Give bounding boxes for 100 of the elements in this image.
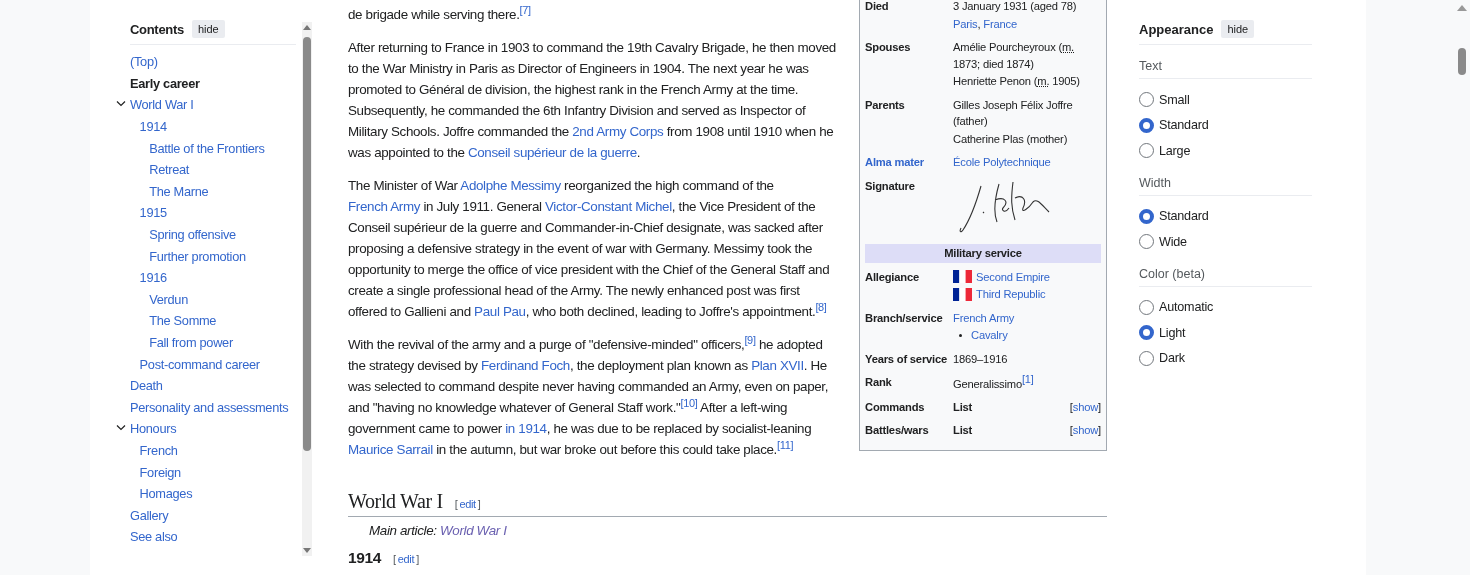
text-link[interactable]: Plan XVII [751,358,804,373]
flag-icon [953,287,972,301]
toc-link[interactable]: Early career [130,75,200,91]
infobox-label: Allegiance [865,269,920,285]
radio-button[interactable] [1139,208,1154,224]
toc-link[interactable]: Fall from power [149,335,233,350]
toc-link[interactable]: Gallery [130,507,169,523]
infobox-value: Paris, France [953,16,1018,32]
toc-link[interactable]: The Marne [149,183,209,199]
text-link[interactable]: Adolphe Messimy [460,178,561,193]
text-link[interactable]: World War I [440,523,507,538]
panel-title: Appearance [1139,21,1214,37]
hide-button[interactable]: hide [1221,20,1255,38]
toc-link[interactable]: 1915 [139,205,167,221]
infobox-value: 3 January 1931 (aged 78) [953,0,1078,14]
text-link[interactable]: Paris [953,17,978,30]
radio-button[interactable] [1139,143,1154,159]
subsection-heading: 1914 [348,549,382,567]
scrollbar-track[interactable] [302,22,312,556]
scroll-up-icon[interactable] [303,24,311,30]
toc-link[interactable]: Personality and assessments [130,399,289,415]
text-link[interactable]: Victor-Constant Michel [545,199,672,214]
reference-link[interactable]: [9] [744,333,756,346]
radio-button[interactable] [1139,234,1154,250]
radio-label[interactable]: Small [1159,92,1190,107]
hide-button[interactable]: hide [191,20,225,38]
toc-link[interactable]: 1914 [139,119,167,135]
toc-link[interactable]: Retreat [149,162,190,178]
reference-link[interactable]: [11] [777,438,794,451]
text-link[interactable]: Paul Pau [474,304,526,319]
section-heading: World War I [348,489,443,514]
edit-link[interactable]: [ edit ] [391,550,421,568]
paragraph: The Minister of War Adolphe Messimy reorganized the high command of the French Army in July 1911. General Victor-Constant Michel, the Vice President of the Conseil supérieur de la guerre and Commander-in-Chief designate, was sacked after proposing a defensive strategy in the event of war with Germany. Messimy took the opportunity to merge the office of vice president with the Chief of the General Staff and create a single professional head of the Army. The newly enhanced post was first offered to Gallieni and Paul Pau, who both declined, leading to Joffre's appointment.$^{[8]}$ [348,177,831,321]
chevron-down-icon[interactable] [116,424,126,433]
toc-link[interactable]: The Somme [149,313,217,329]
toc-link[interactable]: Death [130,378,163,394]
radio-button[interactable] [1139,117,1154,133]
radio-label[interactable]: Standard [1159,209,1209,224]
toc-link[interactable]: Homages [139,486,193,502]
chevron-down-icon[interactable] [116,100,126,109]
show-toggle-link[interactable]: [show] [1069,421,1101,439]
text-link[interactable]: French Army [953,311,1015,324]
reference-link[interactable]: [10] [680,396,698,409]
scroll-up-icon[interactable] [1457,5,1467,11]
radio-label[interactable]: Automatic [1159,300,1214,315]
infobox-label: Branch/service [865,310,944,326]
infobox-label-link[interactable]: Alma mater [865,154,953,172]
infobox-label: Years of service [865,351,948,367]
panel-title: Contents [130,21,184,37]
toc-link[interactable]: French [139,443,178,458]
edit-link[interactable]: [ edit ] [452,494,483,515]
radio-label[interactable]: Standard [1159,118,1209,133]
infobox-label: Signature [865,178,916,194]
infobox-label: Died [865,0,890,14]
reference-link[interactable]: [1] [1021,373,1034,385]
toc-link[interactable]: See also [130,529,178,545]
radio-label[interactable]: Large [1159,143,1191,158]
reference-link[interactable]: [7] [519,3,531,16]
text-link[interactable]: Second Empire [976,270,1050,283]
group-title: Width [1139,167,1312,196]
text-link[interactable]: France [983,17,1017,30]
reference-link[interactable]: [8] [815,300,827,313]
toc-link[interactable]: Foreign [139,464,181,480]
toc-link[interactable]: Post-command career [139,356,260,372]
infobox-value: Catherine Plas (mother) [953,131,1069,147]
text-link[interactable]: École Polytechnique [953,156,1051,168]
text-link[interactable]: Conseil supérieur de la guerre [467,145,637,160]
radio-button[interactable] [1139,299,1154,315]
radio-button[interactable] [1139,350,1154,366]
scroll-down-icon[interactable] [303,548,311,554]
text-link[interactable]: Ferdinand Foch [481,358,570,373]
radio-label[interactable]: Wide [1159,234,1187,249]
toc-link[interactable]: Spring offensive [149,227,236,243]
infobox-value: Gilles Joseph Félix Joffre (father) [953,97,1074,129]
text-link[interactable]: Maurice Sarrail [348,442,433,457]
radio-label[interactable]: Dark [1159,351,1185,366]
text-link[interactable]: French Army [348,199,421,214]
scrollbar-thumb[interactable] [1458,48,1466,75]
toc-link[interactable]: (Top) [130,54,158,70]
radio-button[interactable] [1139,92,1154,108]
toc-link[interactable]: 1916 [139,270,167,286]
text-link[interactable]: 2nd Army Corps [572,124,664,139]
infobox-label: Battles/wars [865,422,930,438]
paragraph: de brigade while serving there.$^{[7]}$ [348,4,532,24]
infobox-value: 1869–1916 [953,351,1009,367]
text-link[interactable]: in 1914 [505,421,547,436]
toc-link[interactable]: Verdun [149,291,188,307]
toc-link[interactable]: Honours [130,421,177,437]
toc-link[interactable]: Further promotion [149,248,246,264]
infobox-label: Parents [865,97,906,113]
radio-button[interactable] [1139,325,1154,341]
toc-link[interactable]: Battle of the Frontiers [149,140,265,156]
toc-link[interactable]: World War I [130,97,194,113]
radio-label[interactable]: Light [1159,325,1186,340]
text-link[interactable]: Third Republic [976,288,1046,300]
text-link[interactable]: Cavalry [971,329,1008,341]
scrollbar-thumb[interactable] [303,37,311,451]
show-toggle-link[interactable]: [show] [1069,399,1101,416]
infobox-section-header: Military service [865,244,1101,263]
infobox-label: Commands [865,400,926,416]
